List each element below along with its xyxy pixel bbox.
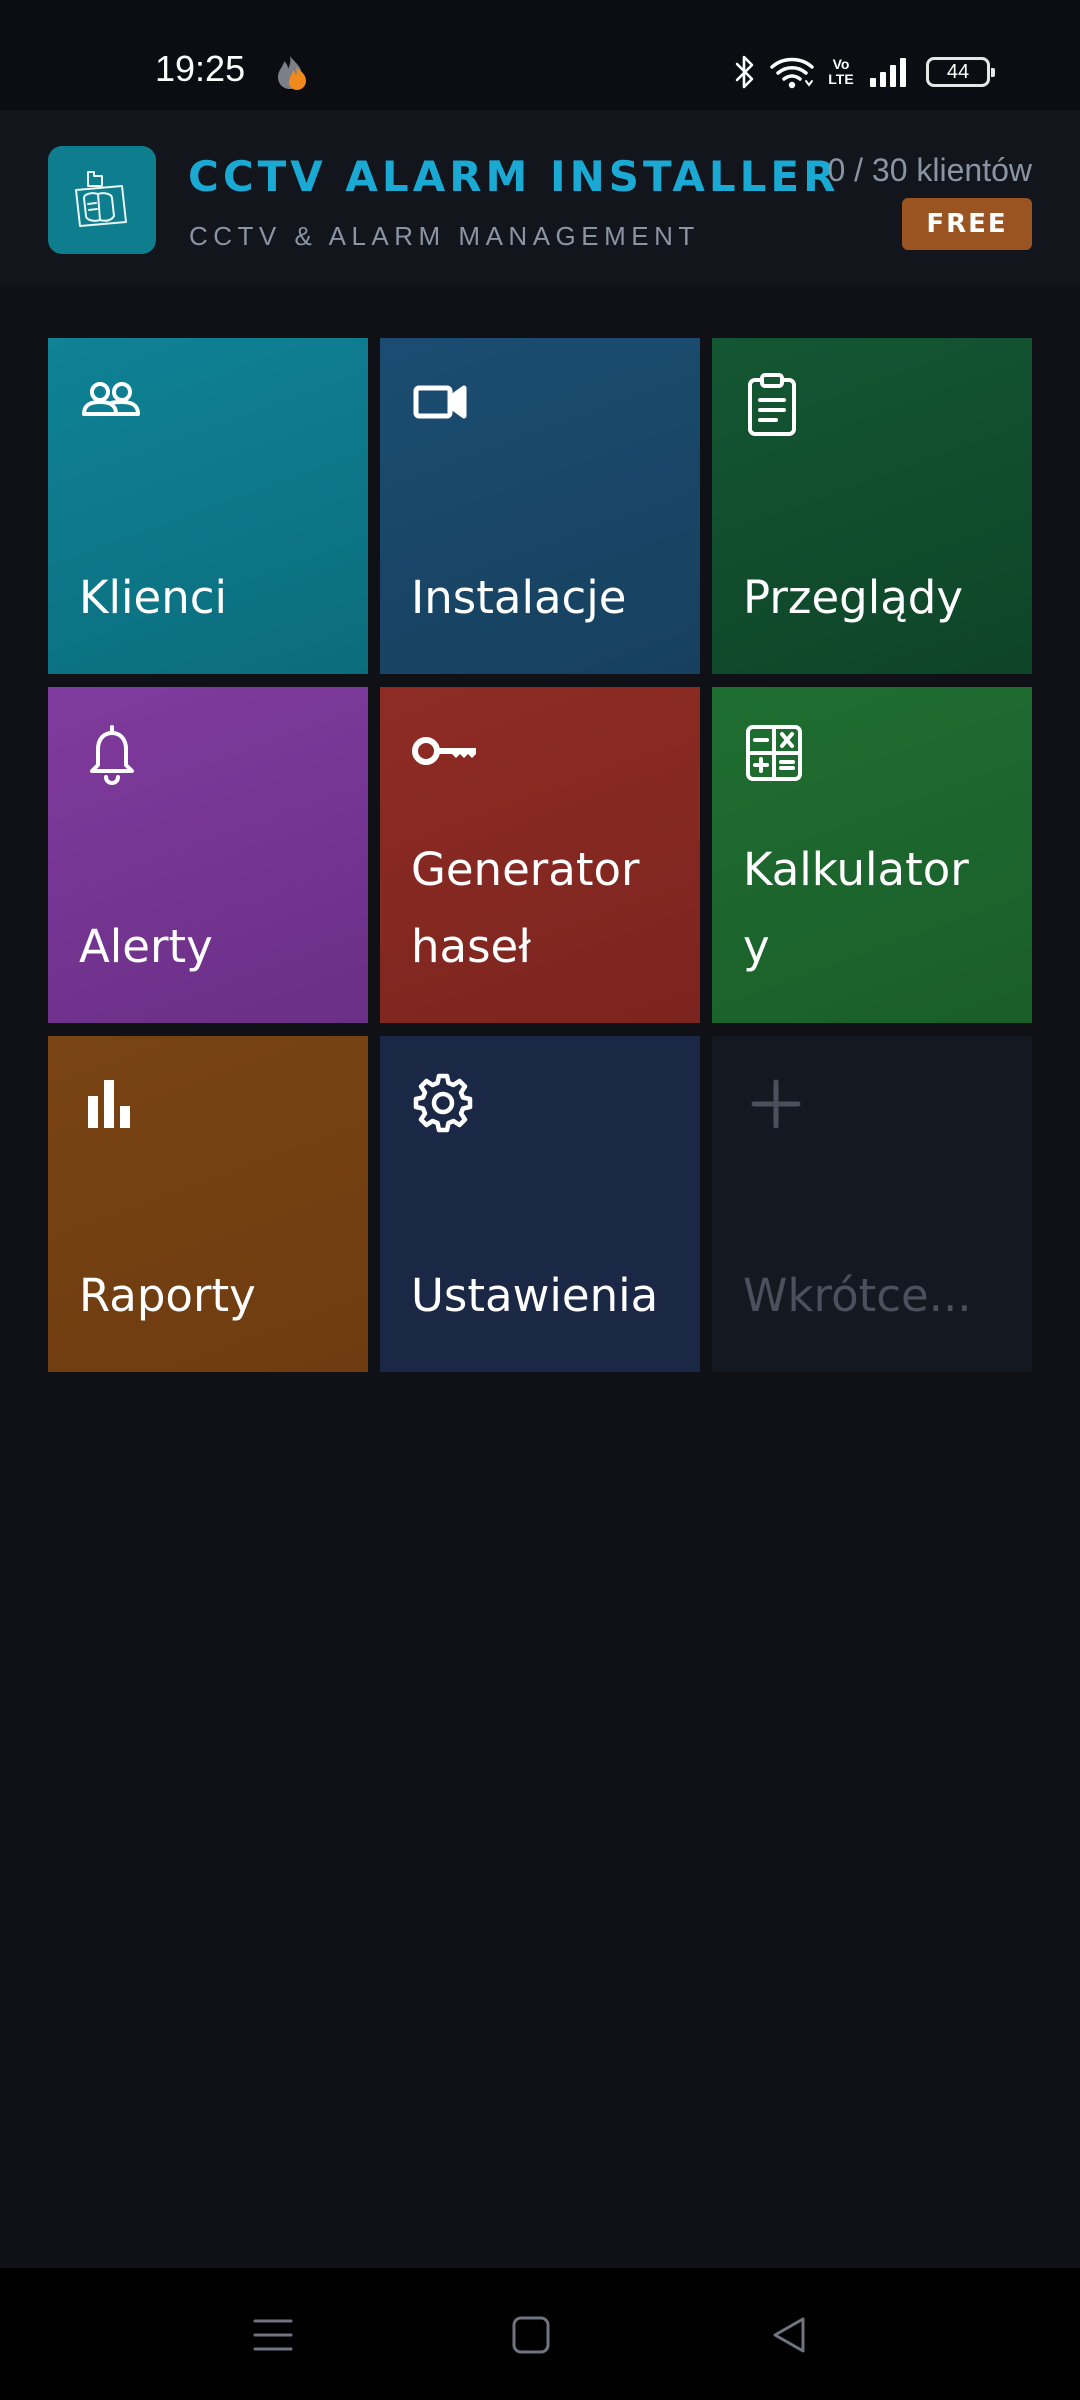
app-logo — [48, 146, 156, 254]
home-button[interactable] — [496, 2300, 566, 2370]
tile-kalkulatory[interactable]: Kalkulator y — [712, 687, 1032, 1023]
tile-wkrotce: Wkrótce... — [712, 1036, 1032, 1372]
tile-alerty[interactable]: Alerty — [48, 687, 368, 1023]
tile-label: Instalacje — [411, 571, 627, 624]
back-icon — [773, 2317, 805, 2353]
tile-raporty[interactable]: Raporty — [48, 1036, 368, 1372]
plus-icon — [751, 1079, 801, 1129]
bluetooth-icon — [735, 55, 754, 89]
tile-label: Generator haseł — [411, 843, 640, 973]
menu-icon — [253, 2319, 293, 2351]
tile-label: Klienci — [79, 571, 227, 624]
signal-icon — [870, 58, 906, 87]
status-bar: 19:25 Vo LTE 44 — [0, 0, 1080, 110]
bell-icon — [90, 725, 134, 785]
app-subtitle: CCTV & ALARM MANAGEMENT — [189, 221, 700, 251]
wifi-icon — [770, 57, 814, 89]
bar-chart-icon — [88, 1080, 130, 1128]
flame-icon — [278, 56, 306, 90]
plan-badge[interactable]: FREE — [902, 198, 1032, 250]
tile-klienci[interactable]: Klienci — [48, 338, 368, 674]
calculator-icon — [746, 725, 802, 781]
back-button[interactable] — [754, 2300, 824, 2370]
tile-label: Ustawienia — [411, 1269, 659, 1322]
battery-icon: 44 — [926, 57, 995, 87]
tile-ustawienia[interactable]: Ustawienia — [380, 1036, 700, 1372]
app-header: CCTV ALARM INSTALLER CCTV & ALARM MANAGE… — [0, 110, 1080, 285]
app-logo-icon — [75, 171, 127, 227]
gear-icon — [413, 1073, 473, 1133]
tile-label: Raporty — [79, 1269, 256, 1322]
video-camera-icon — [413, 385, 467, 419]
tile-generator-hasel[interactable]: Generator haseł — [380, 687, 700, 1023]
tile-instalacje[interactable]: Instalacje — [380, 338, 700, 674]
home-icon — [512, 2316, 550, 2354]
tile-label: Alerty — [79, 920, 213, 973]
status-icons: Vo LTE 44 — [734, 52, 995, 92]
users-icon — [82, 382, 140, 416]
key-icon — [412, 737, 476, 765]
navigation-bar — [0, 2268, 1080, 2400]
clipboard-icon — [748, 373, 796, 436]
tile-label: Przeglądy — [743, 571, 963, 624]
menu-grid: Klienci Instalacje Przeglądy Alerty Gene… — [48, 338, 1032, 1372]
tile-przeglady[interactable]: Przeglądy — [712, 338, 1032, 674]
status-time: 19:25 — [155, 48, 246, 89]
tile-label: Kalkulator y — [743, 843, 969, 973]
battery-level: 44 — [946, 60, 970, 83]
volte-icon: Vo LTE — [828, 56, 854, 87]
client-count: 0 / 30 klientów — [827, 152, 1032, 188]
tile-label: Wkrótce... — [743, 1269, 972, 1322]
menu-button[interactable] — [238, 2300, 308, 2370]
app-title: CCTV ALARM INSTALLER — [188, 152, 840, 201]
